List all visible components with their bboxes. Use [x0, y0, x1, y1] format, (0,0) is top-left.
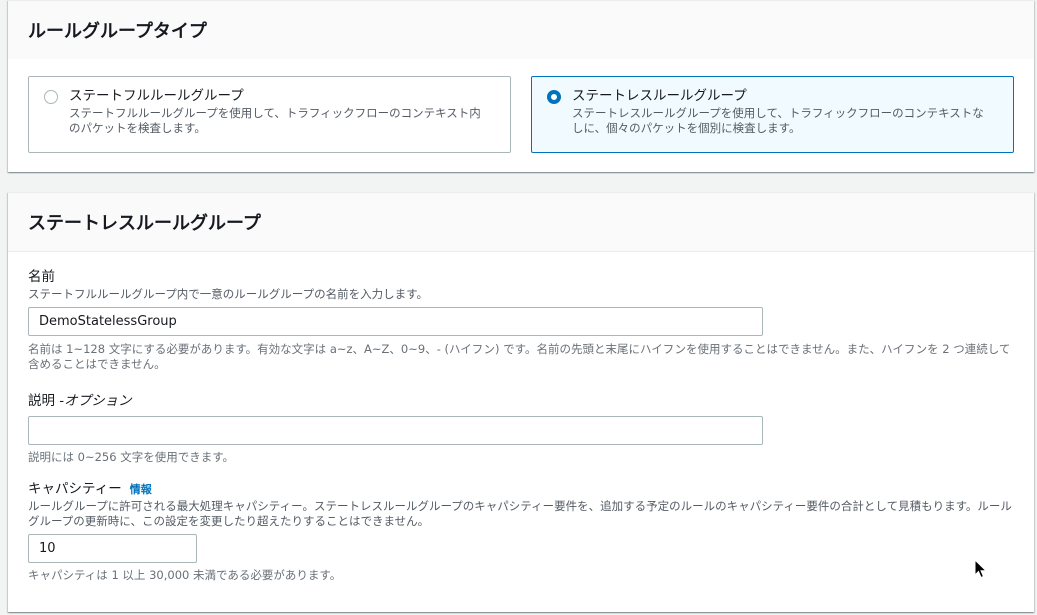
stateless-rule-group-title: ステートレスルールグループ [28, 213, 261, 234]
name-field: 名前 ステートフルルールグループ内で一意のルールグループの名前を入力します。 名… [28, 268, 1014, 372]
description-label-text: 説明 - [28, 393, 65, 409]
capacity-constraint: キャパシティは 1 以上 30,000 未満である必要があります。 [28, 568, 342, 582]
stateful-tile-label: ステートフルルールグループ [69, 88, 244, 104]
name-label-text: 名前 [28, 269, 55, 285]
stateless-rule-group-body: 名前 ステートフルルールグループ内で一意のルールグループの名前を入力します。 名… [8, 252, 1034, 583]
rule-group-type-header: ルールグループタイプ [8, 1, 1034, 59]
name-constraint: 名前は 1~128 文字にする必要があります。有効な文字は a~z、A~Z、0~… [28, 342, 1011, 371]
stateful-tile-description: ステートフルルールグループを使用して、トラフィックフローのコンテキスト内のパケッ… [69, 106, 481, 135]
capacity-label: キャパシティー 情報 [28, 480, 1014, 499]
description-field: 説明 - オプション 説明には 0~256 文字を使用できます。 [28, 392, 1014, 465]
stateful-rule-group-tile[interactable]: ステートフルルールグループ ステートフルルールグループを使用して、トラフィックフ… [28, 76, 511, 153]
capacity-description: ルールグループに許可される最大処理キャパシティー。ステートレスルールグループのキ… [28, 499, 1012, 528]
capacity-input[interactable] [28, 534, 197, 563]
stateful-radio-button[interactable] [44, 90, 58, 104]
name-label: 名前 [28, 268, 1014, 286]
name-input[interactable] [28, 307, 763, 336]
capacity-label-text: キャパシティー [28, 481, 122, 497]
description-input[interactable] [28, 416, 763, 445]
mouse-cursor-icon [974, 559, 988, 579]
stateless-radio-button[interactable] [547, 90, 561, 104]
rule-group-type-tiles: ステートフルルールグループ ステートフルルールグループを使用して、トラフィックフ… [28, 76, 1014, 153]
rule-group-type-panel: ルールグループタイプ ステートフルルールグループ ステートフルルールグループを使… [8, 0, 1034, 172]
stateless-rule-group-header: ステートレスルールグループ [8, 193, 1034, 252]
description-label: 説明 - オプション [28, 392, 1014, 410]
name-description: ステートフルルールグループ内で一意のルールグループの名前を入力します。 [28, 287, 428, 301]
rule-group-type-title: ルールグループタイプ [28, 21, 207, 42]
stateless-tile-description: ステートレスルールグループを使用して、トラフィックフローのコンテキストなしに、個… [572, 106, 984, 135]
stateless-rule-group-panel: ステートレスルールグループ 名前 ステートフルルールグループ内で一意のルールグル… [8, 192, 1034, 612]
capacity-field: キャパシティー 情報 ルールグループに許可される最大処理キャパシティー。ステート… [28, 480, 1014, 583]
description-constraint: 説明には 0~256 文字を使用できます。 [28, 450, 235, 464]
capacity-info-link[interactable]: 情報 [130, 481, 152, 499]
stateless-tile-label: ステートレスルールグループ [572, 88, 747, 104]
stateless-rule-group-tile[interactable]: ステートレスルールグループ ステートレスルールグループを使用して、トラフィックフ… [531, 76, 1014, 153]
description-optional-text: オプション [64, 393, 132, 409]
